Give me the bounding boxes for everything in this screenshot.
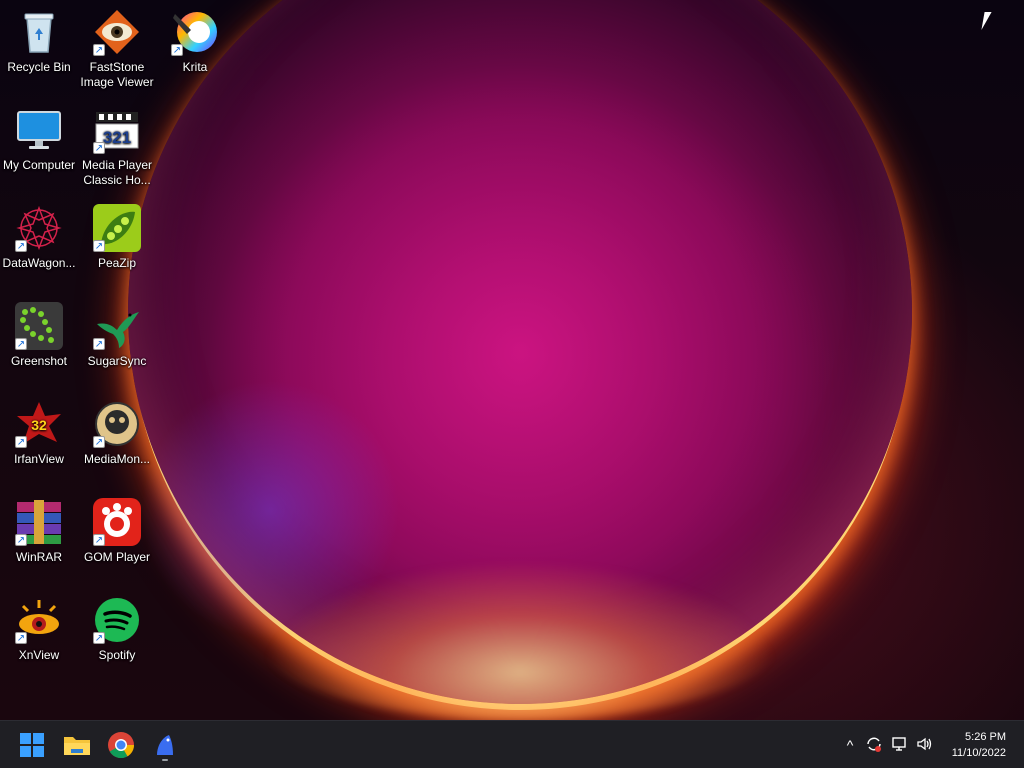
desktop-icon-mediamonkey[interactable]: ↗ MediaMon... [78,400,156,467]
desktop-icon-label: Greenshot [10,354,68,368]
desktop-icon-label: IrfanView [14,452,64,466]
desktop-icon-spotify[interactable]: ↗ Spotify [78,596,156,663]
clock-date: 11/10/2022 [951,747,1006,759]
windows-start-icon[interactable] [16,729,48,761]
greenshot-icon: ↗ [15,302,63,350]
shortcut-arrow-icon: ↗ [93,632,105,644]
desktop-icon-greenshot[interactable]: ↗ Greenshot [0,302,78,369]
krita-icon: ↗ [171,8,219,56]
desktop-icon-irfanview[interactable]: 32 ↗ IrfanView [0,400,78,467]
shortcut-arrow-icon: ↗ [15,436,27,448]
taskbar: ^ 5:26 PM 11/10/2022 [0,720,1024,768]
gom-player-icon: ↗ [93,498,141,546]
desktop-icon-krita[interactable]: ↗ Krita [156,8,234,75]
desktop-icon-label: Recycle Bin [7,60,71,74]
datawagon-icon: ↗ [15,204,63,252]
clock-time: 5:26 PM [965,731,1006,743]
desktop-icon-gom-player[interactable]: ↗ GOM Player [78,498,156,565]
file-explorer-icon[interactable] [61,729,93,761]
bird-app-icon[interactable] [149,729,181,761]
shortcut-arrow-icon: ↗ [93,44,105,56]
shortcut-arrow-icon: ↗ [171,44,183,56]
shortcut-arrow-icon: ↗ [93,142,105,154]
desktop-icon-label: GOM Player [83,550,150,564]
svg-text:32: 32 [31,417,47,433]
chevron-up-icon[interactable]: ^ [840,735,860,755]
shortcut-arrow-icon: ↗ [15,240,27,252]
shortcut-arrow-icon: ↗ [15,534,27,546]
desktop-icon-label: DataWagon... [2,256,76,270]
shortcut-arrow-icon: ↗ [93,240,105,252]
desktop-icon-label: SugarSync [87,354,147,368]
spotify-icon: ↗ [93,596,141,644]
desktop-icon-datawagon[interactable]: ↗ DataWagon... [0,204,78,271]
xnview-icon: ↗ [15,596,63,644]
sync-icon[interactable] [864,735,884,755]
desktop-icon-peazip[interactable]: ↗ PeaZip [78,204,156,271]
shortcut-arrow-icon: ↗ [15,338,27,350]
desktop-icon-label: FastStone Image Viewer [80,60,154,89]
network-icon[interactable] [890,735,910,755]
faststone-icon: ↗ [93,8,141,56]
desktop-icon-label: XnView [18,648,60,662]
winrar-icon: ↗ [15,498,63,546]
desktop-icon-label: Krita [182,60,208,74]
desktop-icon-recycle-bin[interactable]: Recycle Bin [0,8,78,75]
chrome-icon[interactable] [105,729,137,761]
taskbar-clock[interactable]: 5:26 PM 11/10/2022 [936,729,1006,761]
shortcut-arrow-icon: ↗ [93,436,105,448]
desktop-icon-label: Media Player Classic Ho... [81,158,153,187]
speaker-icon[interactable] [915,735,935,755]
peazip-icon: ↗ [93,204,141,252]
desktop-icon-label: MediaMon... [83,452,151,466]
desktop-icon-winrar[interactable]: ↗ WinRAR [0,498,78,565]
desktop-icon-label: WinRAR [15,550,62,564]
shortcut-arrow-icon: ↗ [15,632,27,644]
wallpaper-bottom-glow [260,560,780,720]
mpc-hc-icon: 321 ↗ [93,106,141,154]
desktop-icon-my-computer[interactable]: My Computer [0,106,78,173]
svg-text:321: 321 [103,128,131,147]
desktop-icon-label: Spotify [98,648,136,662]
desktop-icon-sugarsync[interactable]: ↗ SugarSync [78,302,156,369]
desktop-icon-label: PeaZip [97,256,137,270]
desktop-icon-xnview[interactable]: ↗ XnView [0,596,78,663]
irfanview-icon: 32 ↗ [15,400,63,448]
desktop-icon-faststone[interactable]: ↗ FastStone Image Viewer [78,8,156,90]
monitor-icon [15,106,63,154]
sugarsync-icon: ↗ [93,302,141,350]
shortcut-arrow-icon: ↗ [93,338,105,350]
desktop-icon-mpc-hc[interactable]: 321 ↗ Media Player Classic Ho... [78,106,156,188]
mediamonkey-icon: ↗ [93,400,141,448]
recycle-bin-icon [15,8,63,56]
shortcut-arrow-icon: ↗ [93,534,105,546]
desktop-icon-label: My Computer [2,158,76,172]
